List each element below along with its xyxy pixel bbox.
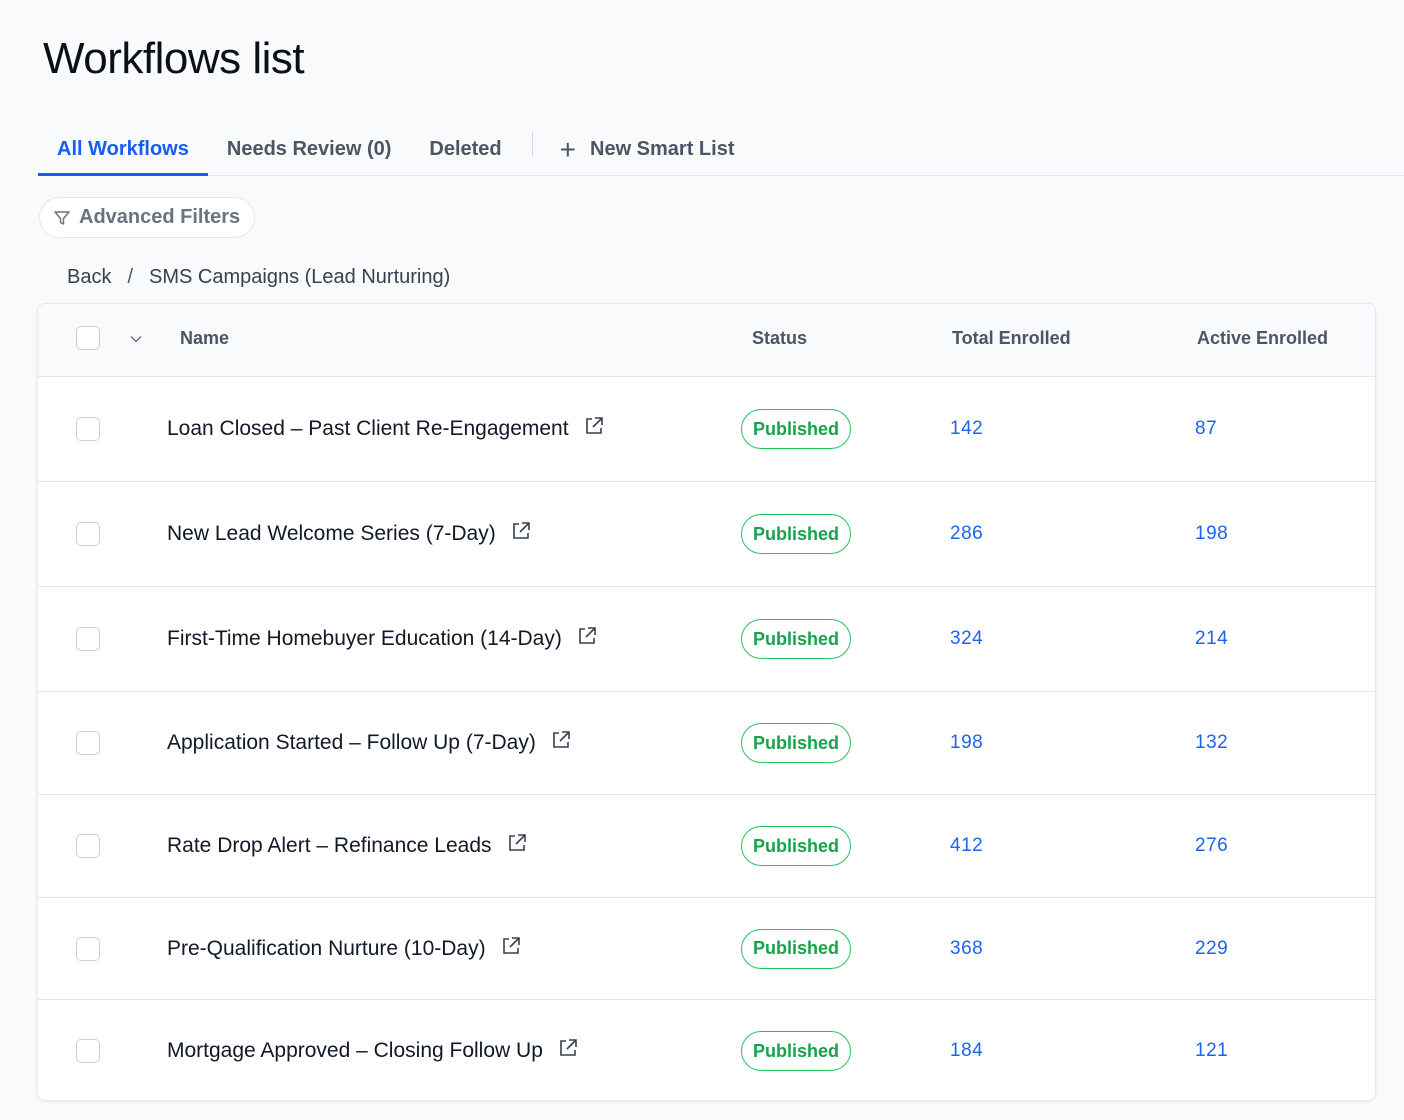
breadcrumb-separator: /: [127, 266, 134, 288]
active-enrolled-count[interactable]: 276: [1195, 835, 1228, 857]
workflow-name-link[interactable]: Application Started – Follow Up (7-Day): [167, 731, 572, 755]
breadcrumb: Back / SMS Campaigns (Lead Nurturing): [67, 266, 450, 289]
workflow-name-link[interactable]: Loan Closed – Past Client Re-Engagement: [167, 417, 605, 441]
tab-deleted[interactable]: Deleted: [410, 124, 520, 175]
row-checkbox[interactable]: [76, 627, 100, 651]
total-enrolled-count[interactable]: 286: [950, 523, 983, 545]
table-row[interactable]: Pre-Qualification Nurture (10-Day) Publi…: [38, 898, 1375, 1000]
total-enrolled-count[interactable]: 198: [950, 732, 983, 754]
table-row[interactable]: Loan Closed – Past Client Re-Engagement …: [38, 377, 1375, 482]
active-enrolled-count[interactable]: 229: [1195, 938, 1228, 960]
column-header-active-enrolled[interactable]: Active Enrolled: [1197, 328, 1328, 349]
external-link-icon[interactable]: [583, 415, 605, 437]
table-row[interactable]: Rate Drop Alert – Refinance Leads Publis…: [38, 795, 1375, 898]
workflow-name: First-Time Homebuyer Education (14-Day): [167, 627, 562, 650]
active-enrolled-count[interactable]: 198: [1195, 523, 1228, 545]
status-badge: Published: [741, 619, 851, 659]
active-enrolled-count[interactable]: 121: [1195, 1040, 1228, 1062]
workflow-tabs: All Workflows Needs Review (0) Deleted +…: [38, 124, 1404, 176]
chevron-down-icon[interactable]: [129, 332, 143, 346]
workflow-name: Application Started – Follow Up (7-Day): [167, 731, 536, 754]
status-badge: Published: [741, 409, 851, 449]
plus-icon: +: [559, 133, 576, 165]
breadcrumb-back-link[interactable]: Back: [67, 266, 111, 289]
total-enrolled-count[interactable]: 324: [950, 628, 983, 650]
status-badge: Published: [741, 928, 851, 969]
workflow-name: Loan Closed – Past Client Re-Engagement: [167, 417, 569, 440]
row-checkbox[interactable]: [76, 731, 100, 755]
external-link-icon[interactable]: [506, 832, 528, 854]
active-enrolled-count[interactable]: 132: [1195, 732, 1228, 754]
tab-all-workflows[interactable]: All Workflows: [38, 124, 208, 176]
column-header-total-enrolled[interactable]: Total Enrolled: [952, 328, 1071, 349]
new-smart-list-button[interactable]: + New Smart List: [542, 124, 754, 175]
active-enrolled-count[interactable]: 87: [1195, 418, 1217, 440]
column-header-status[interactable]: Status: [752, 328, 807, 349]
workflow-name: Rate Drop Alert – Refinance Leads: [167, 834, 492, 857]
status-badge: Published: [741, 1031, 851, 1071]
table-row[interactable]: First-Time Homebuyer Education (14-Day) …: [38, 587, 1375, 692]
select-all-checkbox[interactable]: [76, 326, 100, 350]
workflow-name-link[interactable]: Mortgage Approved – Closing Follow Up: [167, 1039, 579, 1063]
external-link-icon[interactable]: [510, 520, 532, 542]
status-badge: Published: [741, 723, 851, 763]
row-checkbox[interactable]: [76, 522, 100, 546]
total-enrolled-count[interactable]: 412: [950, 835, 983, 857]
workflow-name-link[interactable]: First-Time Homebuyer Education (14-Day): [167, 627, 598, 651]
workflow-name-link[interactable]: Pre-Qualification Nurture (10-Day): [167, 937, 522, 961]
workflow-name: New Lead Welcome Series (7-Day): [167, 522, 496, 545]
external-link-icon[interactable]: [550, 729, 572, 751]
tab-divider: [531, 131, 533, 157]
row-checkbox[interactable]: [76, 834, 100, 858]
new-smart-list-label: New Smart List: [590, 138, 735, 160]
table-header: Name Status Total Enrolled Active Enroll…: [38, 304, 1375, 377]
row-checkbox[interactable]: [76, 1039, 100, 1063]
external-link-icon[interactable]: [500, 935, 522, 957]
column-header-name[interactable]: Name: [180, 328, 229, 349]
breadcrumb-current: SMS Campaigns (Lead Nurturing): [149, 266, 451, 288]
status-badge: Published: [741, 826, 851, 866]
active-enrolled-count[interactable]: 214: [1195, 628, 1228, 650]
advanced-filters-label: Advanced Filters: [79, 206, 241, 228]
table-row[interactable]: New Lead Welcome Series (7-Day) Publishe…: [38, 482, 1375, 587]
total-enrolled-count[interactable]: 142: [950, 418, 983, 440]
workflow-name: Pre-Qualification Nurture (10-Day): [167, 936, 486, 960]
row-checkbox[interactable]: [76, 417, 100, 441]
total-enrolled-count[interactable]: 184: [950, 1040, 983, 1062]
row-checkbox[interactable]: [76, 936, 100, 961]
table-row[interactable]: Application Started – Follow Up (7-Day) …: [38, 692, 1375, 795]
tab-needs-review[interactable]: Needs Review (0): [208, 124, 411, 175]
total-enrolled-count[interactable]: 368: [950, 938, 983, 960]
filter-icon: [54, 210, 70, 225]
workflow-name: Mortgage Approved – Closing Follow Up: [167, 1039, 543, 1062]
table-row[interactable]: Mortgage Approved – Closing Follow Up Pu…: [38, 1000, 1375, 1100]
workflow-name-link[interactable]: Rate Drop Alert – Refinance Leads: [167, 834, 528, 858]
page-title: Workflows list: [43, 34, 305, 83]
advanced-filters-button[interactable]: Advanced Filters: [39, 197, 256, 238]
external-link-icon[interactable]: [576, 625, 598, 647]
workflow-name-link[interactable]: New Lead Welcome Series (7-Day): [167, 522, 532, 546]
workflows-table: Name Status Total Enrolled Active Enroll…: [37, 303, 1376, 1101]
external-link-icon[interactable]: [557, 1037, 579, 1059]
status-badge: Published: [741, 514, 851, 554]
